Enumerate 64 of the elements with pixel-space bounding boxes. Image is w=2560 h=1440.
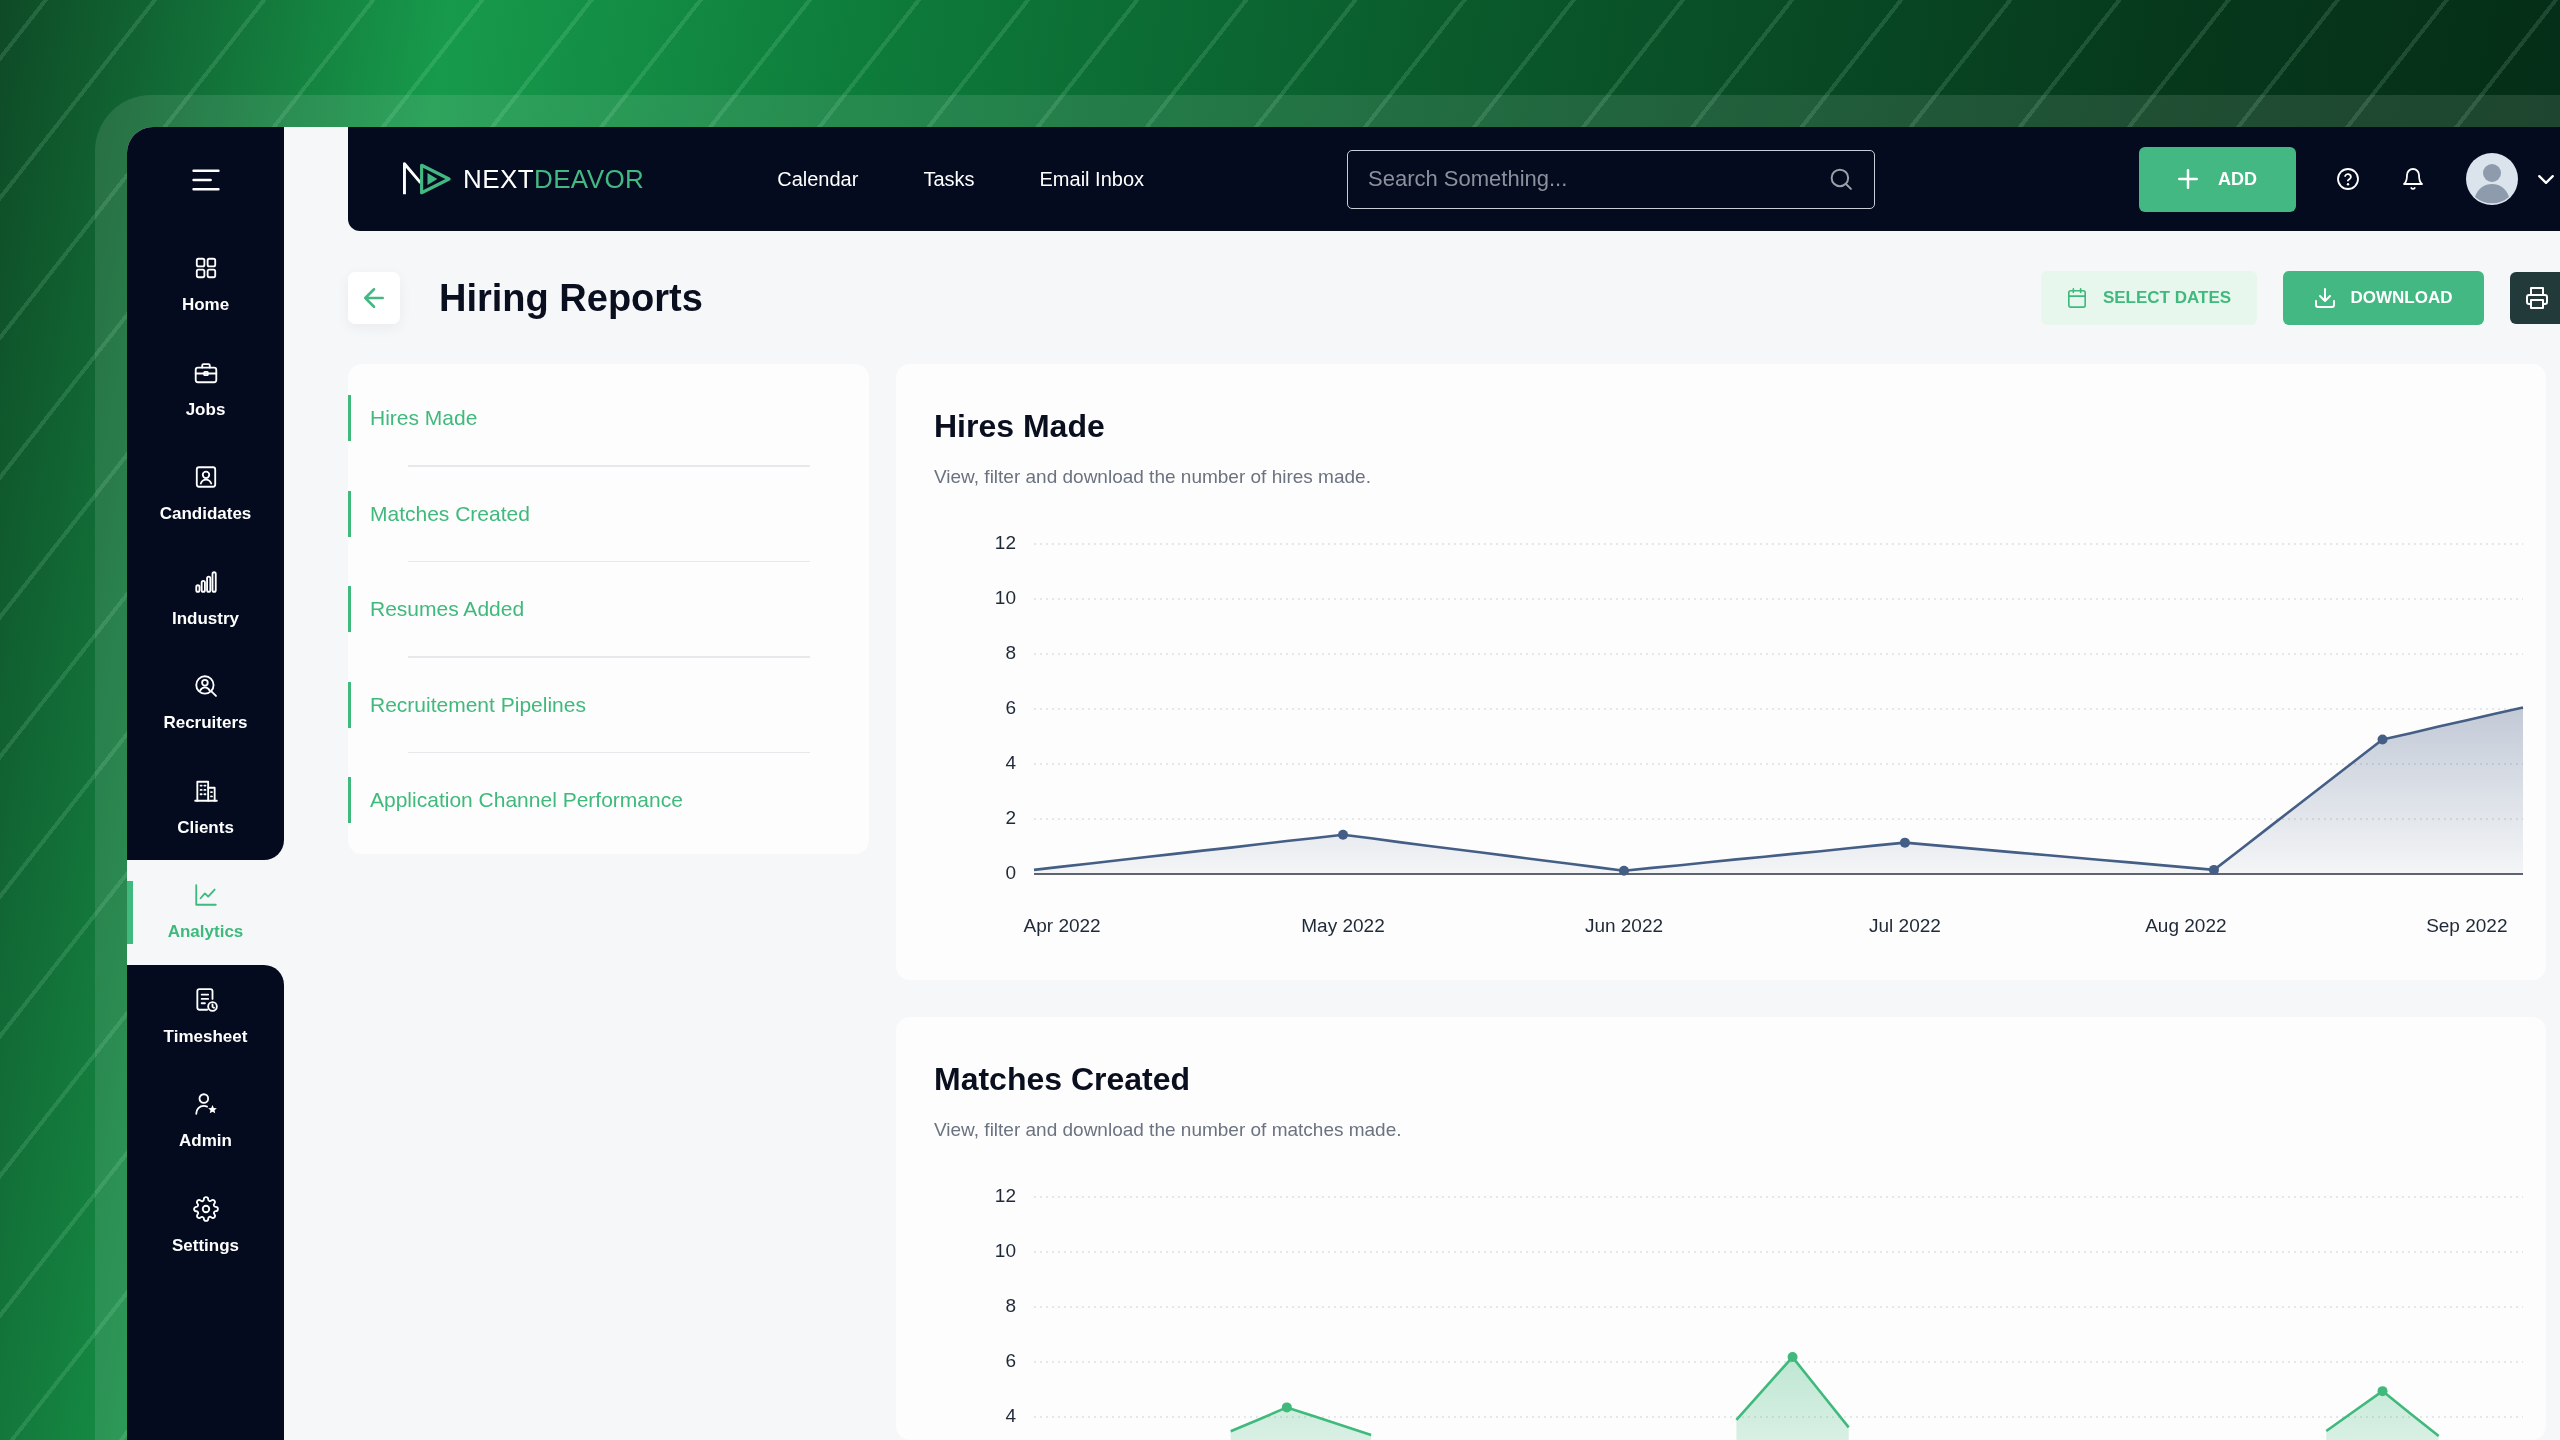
y-axis-label: 12 <box>994 532 1016 553</box>
print-button[interactable] <box>2510 272 2560 324</box>
y-axis-label: 6 <box>1005 1350 1016 1371</box>
download-icon <box>2314 288 2335 308</box>
chart-title: Matches Created <box>934 1060 1192 1099</box>
printer-icon <box>2526 287 2548 309</box>
sidebar-item[interactable]: Candidates <box>127 442 284 547</box>
x-axis-label: Jun 2022 <box>1584 915 1664 936</box>
sidebar-item[interactable]: Settings <box>127 1173 284 1278</box>
bell-icon[interactable] <box>2402 168 2424 190</box>
arrow-left-icon <box>364 288 384 308</box>
plus-icon <box>2178 169 2198 189</box>
search-field[interactable]: Search Something... <box>1347 149 1875 209</box>
data-point <box>2377 1386 2388 1397</box>
y-axis-label: 4 <box>1005 752 1016 773</box>
line-chart-icon <box>192 882 219 909</box>
x-axis-label: Apr 2022 <box>1023 915 1101 936</box>
chart-title: Hires Made <box>934 407 1106 446</box>
calendar-icon <box>2066 288 2087 308</box>
y-axis-label: 2 <box>1005 807 1016 828</box>
y-axis-label: 10 <box>994 587 1016 608</box>
person-search-icon <box>192 673 219 700</box>
data-point <box>1619 865 1629 876</box>
y-axis-label: 6 <box>1005 697 1016 718</box>
chart-subtitle: View, filter and download the number of matches made. <box>934 1118 1403 1142</box>
help-icon[interactable] <box>2337 168 2359 190</box>
y-axis-label: 8 <box>1005 1295 1016 1316</box>
menu-button[interactable] <box>127 127 284 233</box>
y-axis-label: 8 <box>1005 642 1016 663</box>
nav-link[interactable]: Calendar <box>777 167 859 191</box>
logo-icon <box>402 161 453 197</box>
chevron-down-icon[interactable] <box>2538 174 2554 184</box>
nav-link[interactable]: Email Inbox <box>1039 167 1145 191</box>
sidebar-item[interactable]: Timesheet <box>127 964 284 1069</box>
sidebar-item[interactable]: Admin <box>127 1069 284 1174</box>
x-axis-label: Sep 2022 <box>2426 915 2508 936</box>
page-title: Hiring Reports <box>439 276 703 320</box>
nav-link[interactable]: Tasks <box>923 167 975 191</box>
sidebar-item[interactable]: Industry <box>127 546 284 651</box>
data-point <box>2377 734 2388 745</box>
y-axis-label: 0 <box>1005 862 1016 883</box>
x-axis-label: Aug 2022 <box>2145 915 2227 936</box>
data-point <box>1281 1402 1292 1413</box>
search-icon[interactable] <box>1830 167 1852 190</box>
data-point <box>1899 837 1910 848</box>
avatar-icon[interactable] <box>2466 153 2518 205</box>
sidebar-item[interactable]: Jobs <box>127 337 284 442</box>
data-point <box>1338 829 1349 840</box>
bar-chart-icon <box>192 568 219 595</box>
data-point <box>2208 864 2219 875</box>
x-axis-label: Jul 2022 <box>1869 915 1941 936</box>
sidebar-item[interactable]: Recruiters <box>127 651 284 756</box>
chart-subtitle: View, filter and download the number of hires made. <box>934 465 1372 489</box>
sidebar-item[interactable]: Home <box>127 233 284 338</box>
sidebar-item[interactable]: Clients <box>127 755 284 860</box>
y-axis-label: 4 <box>1005 1405 1016 1426</box>
settings-icon <box>192 1195 219 1222</box>
x-axis-label: May 2022 <box>1301 915 1385 936</box>
y-axis-label: 10 <box>994 1240 1016 1261</box>
menu-icon <box>191 169 220 191</box>
y-axis-label: 12 <box>994 1185 1016 1206</box>
data-point <box>1787 1352 1798 1363</box>
logo-text: NEXTDEAVOR <box>463 163 645 195</box>
person-star-icon <box>192 1091 219 1118</box>
